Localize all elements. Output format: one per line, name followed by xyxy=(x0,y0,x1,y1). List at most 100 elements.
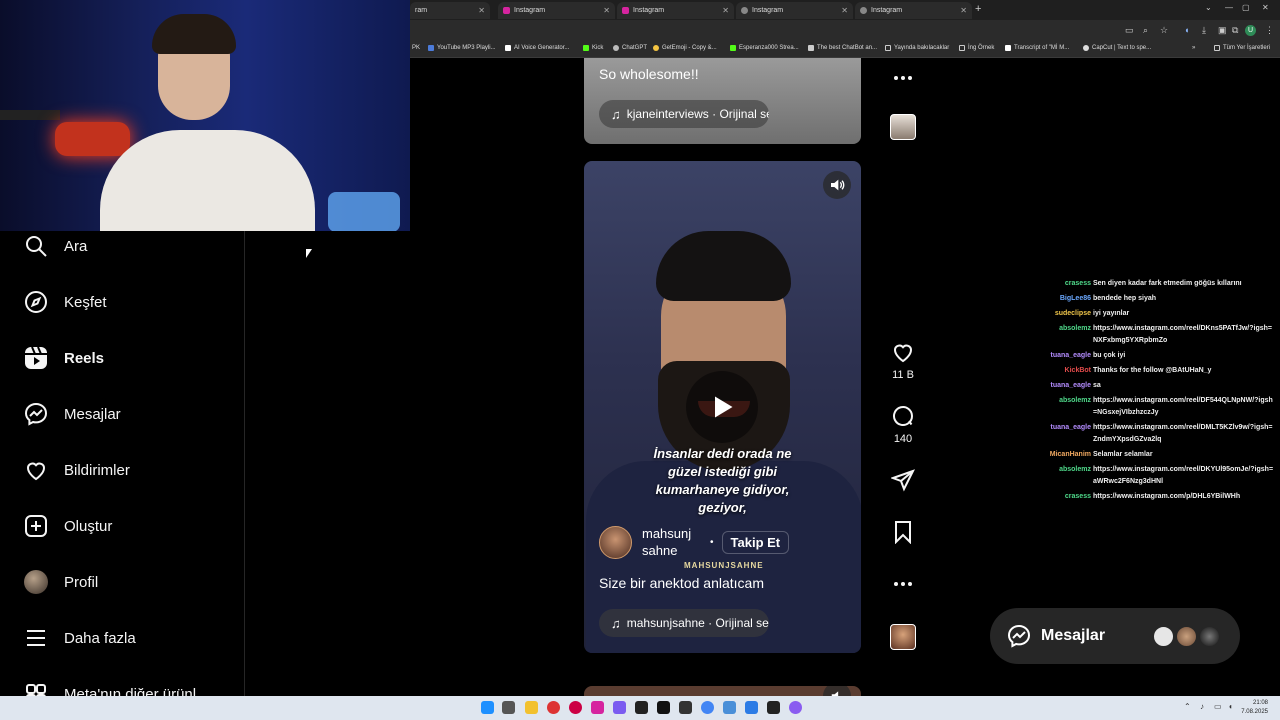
tab-close-icon[interactable]: ✕ xyxy=(841,6,848,15)
messages-pill-button[interactable]: Mesajlar xyxy=(990,608,1240,664)
bookmark-item[interactable]: ChatGPT xyxy=(613,45,647,51)
audio-thumbnail[interactable] xyxy=(890,114,916,140)
chat-username[interactable]: MicanHanim xyxy=(1040,449,1093,461)
app-icon[interactable] xyxy=(547,701,560,714)
author-username[interactable]: mahsunj sahne xyxy=(642,525,702,559)
tiktok-icon[interactable] xyxy=(657,701,670,714)
app-icon[interactable] xyxy=(789,701,802,714)
bookmark-star-icon[interactable]: ☆ xyxy=(1160,25,1168,36)
chat-username[interactable]: absolemz xyxy=(1040,323,1093,347)
audio-thumbnail[interactable] xyxy=(890,624,916,650)
chat-username[interactable]: crasess xyxy=(1040,491,1093,503)
discord-icon[interactable] xyxy=(613,701,626,714)
sidebar-item-label: Reels xyxy=(64,349,105,367)
sidebar-item-reels[interactable]: Reels xyxy=(24,346,104,370)
download-icon[interactable]: ⤓ xyxy=(1202,25,1206,36)
more-menu-icon[interactable]: ⋮ xyxy=(1265,25,1274,36)
start-icon[interactable] xyxy=(481,701,494,714)
chat-username[interactable]: tuana_eagle xyxy=(1040,380,1093,392)
reel-caption[interactable]: Size bir anektod anlatıcam xyxy=(599,575,764,591)
save-button[interactable] xyxy=(890,520,916,544)
browser-tab[interactable]: Instagram ✕ xyxy=(498,2,615,19)
zoom-icon[interactable]: ⌕ xyxy=(1143,25,1148,36)
bookmark-item[interactable]: CapCut | Text to spe... xyxy=(1083,45,1151,51)
sidebar-item-explore[interactable]: Keşfet xyxy=(24,290,107,314)
network-icon[interactable]: ▭ xyxy=(1214,702,1222,711)
comment-button[interactable]: 140 xyxy=(890,404,916,445)
browser-tab[interactable]: Instagram ✕ xyxy=(855,2,972,19)
reel-audio-link[interactable]: ♫ mahsunjsahne · Orijinal ses xyxy=(599,609,769,637)
capcut-icon[interactable] xyxy=(679,701,692,714)
media-icon[interactable]: ◖ xyxy=(1184,25,1189,35)
chat-username[interactable]: crasess xyxy=(1040,278,1093,290)
bookmark-item[interactable]: Kick xyxy=(583,45,603,51)
extensions-icon[interactable]: ⧉ xyxy=(1232,25,1238,36)
close-window-icon[interactable]: ✕ xyxy=(1262,3,1269,12)
chat-username[interactable]: tuana_eagle xyxy=(1040,350,1093,362)
sidebar-item-notifications[interactable]: Bildirimler xyxy=(24,458,130,482)
new-tab-icon[interactable]: + xyxy=(975,3,981,15)
sidebar-item-create[interactable]: Oluştur xyxy=(24,514,112,538)
notepad-icon[interactable] xyxy=(745,701,758,714)
chat-username[interactable]: tuana_eagle xyxy=(1040,422,1093,446)
sound-toggle-button[interactable] xyxy=(823,171,851,199)
more-options-button[interactable] xyxy=(890,66,916,90)
taskbar-clock[interactable]: 21:08 7.08.2025 xyxy=(1241,699,1268,717)
author-avatar[interactable] xyxy=(599,525,632,559)
browser-tab[interactable]: Instagram ✕ xyxy=(736,2,853,19)
browser-tab[interactable]: ram ✕ xyxy=(410,2,490,19)
bookmark-item[interactable]: Tüm Yer İşaretleri xyxy=(1214,45,1270,51)
bookmark-item[interactable]: GetEmoji - Copy &... xyxy=(653,45,717,51)
bookmark-item[interactable]: İng Örnek xyxy=(959,45,994,51)
chat-username[interactable]: KickBot xyxy=(1040,365,1093,377)
opera-icon[interactable] xyxy=(569,701,582,714)
bookmark-item[interactable]: PK xyxy=(412,45,420,51)
bookmark-item[interactable]: Transcript of "Mİ M... xyxy=(1005,45,1069,51)
sidebar-item-profile[interactable]: Profil xyxy=(24,570,98,594)
play-button[interactable] xyxy=(686,371,758,443)
tab-close-icon[interactable]: ✕ xyxy=(603,6,610,15)
bookmarks-overflow-icon[interactable]: » xyxy=(1192,45,1195,51)
reel-card-previous[interactable]: So wholesome!! ♫ kjaneinterviews · Oriji… xyxy=(584,58,861,144)
sidebar-item-label: Profil xyxy=(64,573,99,591)
mic-tray-icon[interactable]: ♪ xyxy=(1200,702,1204,711)
bookmark-item[interactable]: Esperanza000 Strea... xyxy=(730,45,799,51)
chat-username[interactable]: absolemz xyxy=(1040,395,1093,419)
browser-tab[interactable]: Instagram ✕ xyxy=(617,2,734,19)
tab-close-icon[interactable]: ✕ xyxy=(960,6,967,15)
tab-close-icon[interactable]: ✕ xyxy=(478,6,485,15)
chat-username[interactable]: BigLee86 xyxy=(1040,293,1093,305)
tab-search-icon[interactable]: ▣ xyxy=(1218,25,1227,36)
minimize-icon[interactable]: — xyxy=(1225,3,1233,12)
sidebar-item-more[interactable]: Daha fazla xyxy=(24,626,136,650)
share-button[interactable] xyxy=(890,468,916,492)
photoshop-icon[interactable] xyxy=(635,701,648,714)
sidebar-item-search[interactable]: Ara xyxy=(24,234,87,258)
profile-icon[interactable]: U xyxy=(1245,25,1256,36)
more-options-button[interactable] xyxy=(890,572,916,596)
task-view-icon[interactable] xyxy=(502,701,515,714)
follow-button[interactable]: Takip Et xyxy=(721,530,790,554)
bookmark-item[interactable]: The best ChatBot an... xyxy=(808,45,877,51)
like-button[interactable]: 11 B xyxy=(890,340,916,381)
bookmark-item[interactable]: AI Voice Generator... xyxy=(505,45,569,51)
chat-username[interactable]: sudeclipse xyxy=(1040,308,1093,320)
volume-icon[interactable]: ◖ xyxy=(1228,702,1233,711)
app-icon[interactable] xyxy=(723,701,736,714)
tab-search-icon[interactable]: ⌄ xyxy=(1205,3,1212,12)
tray-chevron-icon[interactable]: ⌃ xyxy=(1184,702,1191,711)
cast-icon[interactable]: ▭ xyxy=(1125,25,1134,36)
maximize-icon[interactable]: ▢ xyxy=(1242,3,1250,12)
tab-close-icon[interactable]: ✕ xyxy=(722,6,729,15)
app-icon[interactable] xyxy=(767,701,780,714)
chat-text: bu çok iyi xyxy=(1093,352,1126,359)
file-explorer-icon[interactable] xyxy=(525,701,538,714)
reel-audio-link[interactable]: ♫ kjaneinterviews · Orijinal ses xyxy=(599,100,769,128)
sidebar-item-messages[interactable]: Mesajlar xyxy=(24,402,121,426)
chat-username[interactable]: absolemz xyxy=(1040,464,1093,488)
instagram-icon[interactable] xyxy=(591,701,604,714)
reel-card-current[interactable]: İnsanlar dedi orada ne güzel istediği gi… xyxy=(584,161,861,653)
bookmark-item[interactable]: YouTube MP3 Playli... xyxy=(428,45,496,51)
bookmark-item[interactable]: Yayında bakılacaklar xyxy=(885,45,949,51)
chrome-icon[interactable] xyxy=(701,701,714,714)
